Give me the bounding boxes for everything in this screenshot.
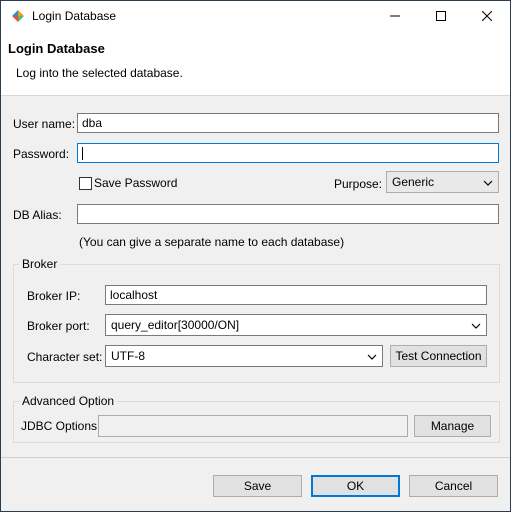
login-database-dialog: Login Database Login Database Log into t… — [0, 0, 511, 512]
db-alias-label: DB Alias: — [13, 208, 62, 222]
minimize-icon — [390, 10, 400, 24]
purpose-label: Purpose: — [334, 177, 383, 191]
dialog-body: User name: dba Password: Save Password P… — [1, 96, 510, 456]
charset-label: Character set: — [27, 350, 103, 364]
dialog-footer: Save OK Cancel — [1, 457, 510, 511]
broker-ip-input[interactable]: localhost — [105, 285, 487, 305]
save-password-checkbox[interactable] — [79, 177, 92, 190]
charset-value: UTF-8 — [111, 349, 145, 363]
manage-button[interactable]: Manage — [414, 415, 491, 437]
username-input[interactable]: dba — [77, 113, 499, 133]
db-alias-hint: (You can give a separate name to each da… — [79, 235, 345, 249]
text-caret — [82, 147, 83, 161]
jdbc-options-label: JDBC Options — [21, 419, 98, 433]
maximize-icon — [436, 10, 446, 24]
jdbc-options-field — [98, 415, 408, 437]
advanced-group-title: Advanced Option — [19, 394, 118, 408]
password-label: Password: — [13, 147, 70, 161]
db-alias-input[interactable] — [77, 204, 499, 224]
cubrid-logo-icon — [10, 9, 26, 25]
cancel-button[interactable]: Cancel — [409, 475, 498, 497]
ok-button[interactable]: OK — [311, 475, 400, 497]
maximize-button[interactable] — [418, 1, 464, 32]
password-input[interactable] — [77, 143, 499, 163]
title-bar: Login Database — [1, 1, 510, 32]
advanced-option-group: Advanced Option JDBC Options Manage — [13, 394, 500, 443]
purpose-value: Generic — [392, 175, 435, 189]
window-title: Login Database — [32, 9, 117, 23]
chevron-down-icon — [483, 177, 493, 187]
chevron-down-icon — [471, 320, 481, 330]
broker-ip-label: Broker IP: — [27, 289, 81, 303]
purpose-select[interactable]: Generic — [386, 171, 499, 193]
dialog-header: Login Database Log into the selected dat… — [1, 32, 510, 96]
header-description: Log into the selected database. — [16, 66, 183, 80]
username-label: User name: — [13, 117, 76, 131]
broker-group: Broker Broker IP: localhost Broker port:… — [13, 257, 500, 383]
close-icon — [481, 10, 493, 24]
broker-port-select[interactable]: query_editor[30000/ON] — [105, 314, 487, 336]
broker-port-value: query_editor[30000/ON] — [111, 318, 240, 332]
chevron-down-icon — [367, 351, 377, 361]
save-button[interactable]: Save — [213, 475, 302, 497]
charset-select[interactable]: UTF-8 — [105, 345, 383, 367]
save-password-label: Save Password — [94, 176, 178, 190]
broker-port-label: Broker port: — [27, 319, 90, 333]
header-title: Login Database — [8, 41, 105, 56]
close-button[interactable] — [464, 1, 510, 32]
test-connection-button[interactable]: Test Connection — [390, 345, 487, 367]
minimize-button[interactable] — [372, 1, 418, 32]
broker-group-title: Broker — [19, 257, 61, 271]
